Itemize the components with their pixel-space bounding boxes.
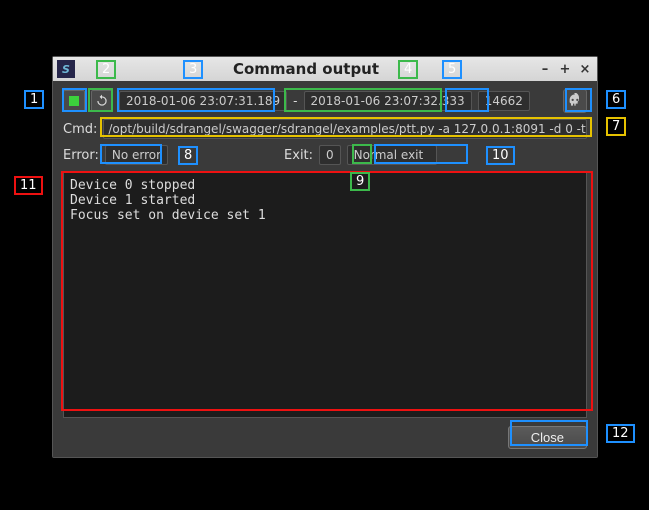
window-buttons: – + × [537, 61, 593, 77]
maximize-button[interactable]: + [557, 61, 573, 77]
start-time-chip: 2018-01-06 23:07:31.189 [119, 91, 287, 111]
pid-chip: 14662 [478, 91, 530, 111]
cmd-field: /opt/build/sdrangel/swagger/sdrangel/exa… [103, 119, 587, 139]
dialog-button-row: Close [63, 424, 587, 449]
minimize-button[interactable]: – [537, 61, 553, 77]
exit-code: 0 [319, 145, 341, 165]
callout-1: 1 [24, 90, 44, 109]
kill-button[interactable] [563, 89, 587, 113]
callout-9: 9 [350, 172, 370, 191]
error-value: No error [105, 145, 168, 165]
callout-10: 10 [486, 146, 515, 165]
run-info-row: 2018-01-06 23:07:31.189 - 2018-01-06 23:… [63, 89, 587, 113]
titlebar: S Command output – + × [53, 57, 597, 81]
end-time-chip: 2018-01-06 23:07:32.333 [304, 91, 472, 111]
callout-6: 6 [606, 90, 626, 109]
log-output[interactable]: Device 0 stopped Device 1 started Focus … [63, 171, 587, 418]
reload-button[interactable] [91, 90, 113, 112]
content-area: 2018-01-06 23:07:31.189 - 2018-01-06 23:… [53, 81, 597, 457]
stop-icon [69, 96, 79, 106]
cmd-label: Cmd: [63, 122, 97, 137]
window-title: Command output [79, 60, 533, 78]
command-output-window: S Command output – + × 2018-01-06 23:07:… [52, 56, 598, 458]
callout-11: 11 [14, 176, 43, 195]
callout-4: 4 [398, 60, 418, 79]
stop-button[interactable] [63, 90, 85, 112]
close-button[interactable]: Close [508, 426, 587, 449]
callout-8: 8 [178, 146, 198, 165]
skull-icon [567, 93, 583, 109]
app-icon: S [57, 60, 75, 78]
callout-2: 2 [96, 60, 116, 79]
exit-label: Exit: [284, 148, 313, 163]
callout-5: 5 [442, 60, 462, 79]
reload-icon [95, 94, 109, 108]
cmd-row: Cmd: /opt/build/sdrangel/swagger/sdrange… [63, 119, 587, 139]
callout-7: 7 [606, 117, 626, 136]
dash-separator: - [293, 94, 297, 108]
error-label: Error: [63, 148, 99, 163]
close-window-button[interactable]: × [577, 61, 593, 77]
callout-3: 3 [183, 60, 203, 79]
callout-12: 12 [606, 424, 635, 443]
exit-text: Normal exit [347, 145, 437, 165]
